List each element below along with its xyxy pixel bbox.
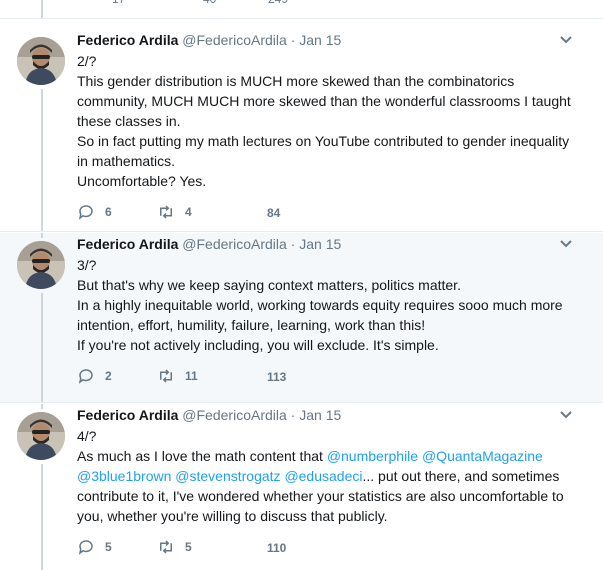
reply-icon <box>78 205 93 220</box>
author-name[interactable]: Federico Ardila <box>77 407 178 423</box>
reply-count: 6 <box>105 205 112 219</box>
retweet-button[interactable]: 4 <box>157 203 192 221</box>
tweet-date[interactable]: Jan 15 <box>299 32 341 48</box>
reply-count: 2 <box>105 369 112 383</box>
author-handle[interactable]: @FedericoArdila <box>182 236 286 252</box>
reply-icon <box>78 369 93 384</box>
previous-tweet-actions: 17 40 249 <box>0 0 603 19</box>
text-line: community, MUCH MUCH more skewed than th… <box>77 93 571 109</box>
separator: · <box>290 407 296 423</box>
text-line: @3blue1brown @stevenstrogatz @edusadeci.… <box>77 466 573 486</box>
thread-line <box>41 293 43 402</box>
like-count[interactable]: 113 <box>267 370 286 384</box>
text-line: But that's why we keep saying context ma… <box>77 277 461 293</box>
retweet-count: 5 <box>185 540 192 554</box>
retweet-count: 40 <box>203 0 216 6</box>
text-line: you, whether you're willing to discuss t… <box>77 508 388 524</box>
mention-stevenstrogatz[interactable]: @stevenstrogatz <box>175 468 280 484</box>
tweet-2[interactable]: Federico Ardila @FedericoArdila · Jan 15… <box>0 29 603 232</box>
tweet-date[interactable]: Jan 15 <box>299 236 341 252</box>
reply-icon <box>78 540 93 555</box>
like-count[interactable]: 84 <box>267 206 280 220</box>
mention-3blue1brown[interactable]: @3blue1brown <box>77 468 171 484</box>
text-fragment: ... put out there, and sometimes <box>362 468 560 484</box>
author-name[interactable]: Federico Ardila <box>77 236 178 252</box>
retweet-icon <box>160 369 172 383</box>
text-line: So in fact putting my math lectures on Y… <box>77 133 570 149</box>
avatar[interactable] <box>17 241 65 289</box>
separator: · <box>290 32 296 48</box>
reply-button[interactable]: 6 <box>77 203 112 221</box>
text-line: intention, effort, humility, failure, le… <box>77 317 426 333</box>
retweet-count: 4 <box>185 205 192 219</box>
thread-line <box>41 0 43 18</box>
like-count[interactable]: 110 <box>267 541 286 555</box>
chevron-down-icon[interactable] <box>559 408 573 422</box>
thread-line <box>41 89 43 231</box>
text-line: in mathematics. <box>77 153 176 169</box>
tweet-text: 3/? But that's why we keep saying contex… <box>77 255 573 355</box>
separator: · <box>290 236 296 252</box>
tweet-date[interactable]: Jan 15 <box>299 407 341 423</box>
author-handle[interactable]: @FedericoArdila <box>182 32 286 48</box>
text-fragment: As much as I love the math content that <box>77 448 327 464</box>
tweet-4[interactable]: Federico Ardila @FedericoArdila · Jan 15… <box>0 404 603 570</box>
chevron-down-icon[interactable] <box>559 237 573 251</box>
tweet-text: 2/? This gender distribution is MUCH mor… <box>77 51 573 191</box>
reply-count: 5 <box>105 540 112 554</box>
retweet-button[interactable]: 11 <box>157 367 198 385</box>
reply-button[interactable]: 5 <box>77 538 112 556</box>
reply-count: 17 <box>112 0 125 6</box>
author-handle[interactable]: @FedericoArdila <box>182 407 286 423</box>
text-line: these classes in. <box>77 113 181 129</box>
thread-line <box>41 233 43 238</box>
retweet-icon <box>160 540 172 554</box>
retweet-button[interactable]: 5 <box>157 538 192 556</box>
reply-button[interactable]: 2 <box>77 367 112 385</box>
mention-quantamagazine[interactable]: @QuantaMagazine <box>422 448 543 464</box>
text-line: In a highly inequitable world, working t… <box>77 297 563 313</box>
chevron-down-icon[interactable] <box>559 33 573 47</box>
avatar[interactable] <box>17 37 65 85</box>
text-line: As much as I love the math content that … <box>77 446 573 466</box>
mention-numberphile[interactable]: @numberphile <box>327 448 418 464</box>
text-line: If you're not actively including, you wi… <box>77 337 439 353</box>
author-name[interactable]: Federico Ardila <box>77 32 178 48</box>
thread-line <box>41 464 43 570</box>
text-line: 4/? <box>77 428 97 444</box>
text-line: 3/? <box>77 257 97 273</box>
mention-edusadeci[interactable]: @edusadeci <box>284 468 362 484</box>
text-line: This gender distribution is MUCH more sk… <box>77 73 515 89</box>
tweet-3[interactable]: Federico Ardila @FedericoArdila · Jan 15… <box>0 233 603 403</box>
text-line: contribute to it, I've wondered whether … <box>77 488 564 504</box>
text-line: Uncomfortable? Yes. <box>77 173 207 189</box>
avatar[interactable] <box>17 412 65 460</box>
like-count: 249 <box>268 0 288 6</box>
retweet-icon <box>160 205 172 219</box>
thread-line <box>41 404 43 409</box>
retweet-count: 11 <box>185 369 198 383</box>
tweet-text: 4/? As much as I love the math content t… <box>77 426 573 526</box>
text-line: 2/? <box>77 53 97 69</box>
